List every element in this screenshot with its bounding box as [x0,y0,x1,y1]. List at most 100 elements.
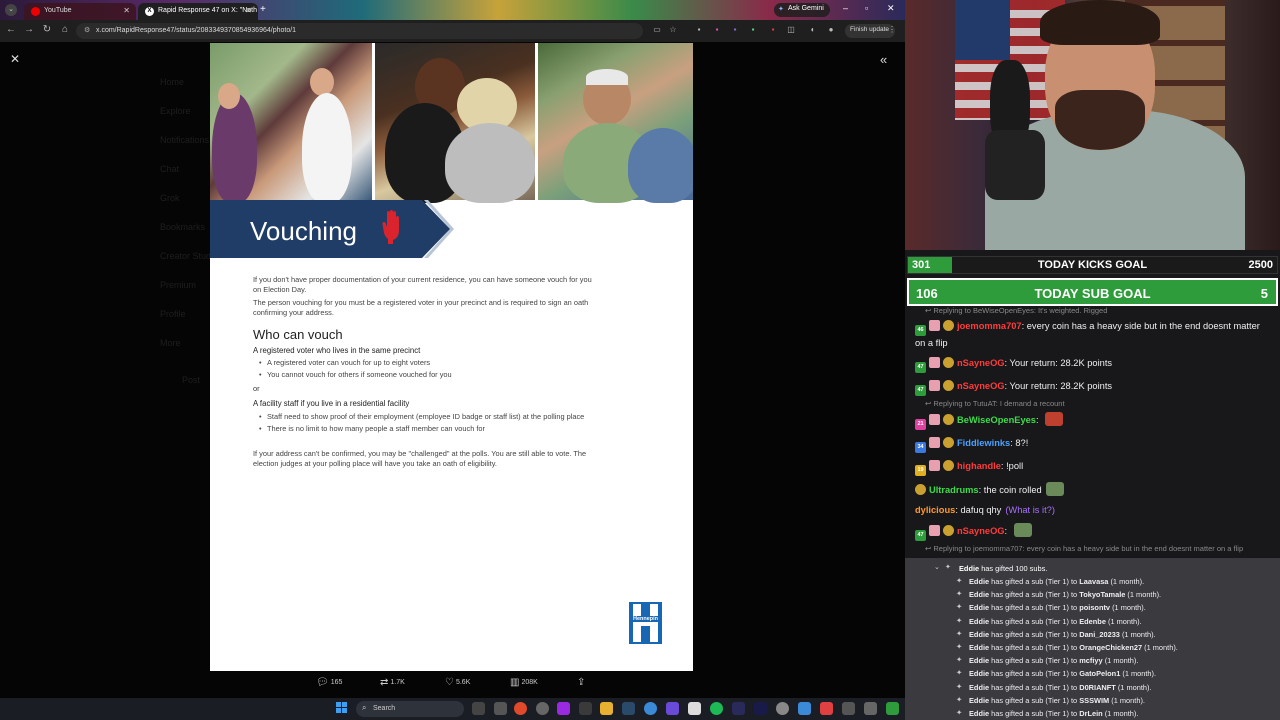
gifter-name[interactable]: Eddie [969,603,989,612]
profile-icon[interactable]: ◐ [808,25,818,35]
recipient-name[interactable]: D0RIANFT [1079,683,1116,692]
chat-message[interactable]: 47 nSayneOG: Your return: 28.2K points [915,376,1272,399]
chat-message[interactable]: 21 BeWiseOpenEyes: [915,409,1272,433]
forward-icon[interactable]: → [22,24,36,35]
app-icon[interactable] [688,702,701,715]
spotify-icon[interactable] [710,702,723,715]
recipient-name[interactable]: mcfiyy [1079,656,1102,665]
site-info-icon[interactable]: ⚙ [84,26,90,34]
chat-username[interactable]: Fiddlewinks [957,438,1010,448]
gifter-name[interactable]: Eddie [969,630,989,639]
gifter-name[interactable]: Eddie [969,696,989,705]
maximize-icon[interactable]: ▫ [865,3,868,13]
recipient-name[interactable]: poisontv [1079,603,1110,612]
close-icon[interactable]: ✕ [10,52,20,66]
gifter-name[interactable]: Eddie [969,656,989,665]
edge-icon[interactable] [644,702,657,715]
recipient-name[interactable]: Laavasa [1079,577,1108,586]
chat-message[interactable]: Ultradrums: the coin rolled [915,479,1272,500]
extension-icon[interactable]: ▪ [694,25,704,35]
gifter-name[interactable]: Eddie [969,709,989,718]
app-icon[interactable] [666,702,679,715]
home-icon[interactable]: ⌂ [58,24,72,35]
steam-icon[interactable] [622,702,635,715]
chat-message[interactable]: 34 Fiddlewinks: 8?! [915,433,1272,456]
close-window-icon[interactable]: ✕ [887,3,895,14]
gifter-name[interactable]: Eddie [969,643,989,652]
extension-icon[interactable]: ▪ [768,25,778,35]
app-icon[interactable] [820,702,833,715]
taskbar-search-box[interactable]: ⌕ Search [356,701,464,717]
extension-icon[interactable]: ▪ [748,25,758,35]
app-icon[interactable] [536,702,549,715]
recipient-name[interactable]: DrLein [1079,709,1102,718]
reply-button[interactable]: 💬︎ 165 [316,677,342,688]
collapse-panel-icon[interactable]: « [880,52,887,67]
app-icon[interactable] [494,702,507,715]
chrome-icon[interactable] [514,702,527,715]
chat-username[interactable]: nSayneOG [957,526,1005,536]
minimize-icon[interactable]: – [843,3,848,13]
ask-gemini-button[interactable]: Ask Gemini [774,3,830,17]
tab-youtube[interactable]: YouTube ✕ [24,3,136,20]
app-icon[interactable] [864,702,877,715]
like-button[interactable]: ♡ 5.6K [445,677,470,688]
premiere-icon[interactable] [754,702,767,715]
chat-message[interactable]: 47 nSayneOG: Your return: 28.2K points [915,353,1272,376]
app-icon[interactable] [579,702,592,715]
chat-message[interactable]: 46 joemomma707: every coin has a heavy si… [915,316,1272,353]
app-icon[interactable] [886,702,899,715]
views-button[interactable]: ▥ 208K [510,677,538,688]
file-explorer-icon[interactable] [600,702,613,715]
app-icon[interactable] [798,702,811,715]
extension-icon[interactable]: ▪ [712,25,722,35]
chat-username[interactable]: nSayneOG [957,381,1005,391]
chat-message[interactable]: dylicious: dafuq qhy (What is it?) [915,500,1272,520]
what-is-it-link[interactable]: (What is it?) [1005,505,1055,515]
chat-username[interactable]: Ultradrums [929,485,979,495]
avatar[interactable]: ● [826,25,836,35]
gifter-name[interactable]: Eddie [969,683,989,692]
repost-button[interactable]: ⇄ 1.7K [380,677,405,688]
reload-icon[interactable]: ↻ [40,24,54,35]
share-button[interactable]: ⇪ [577,677,587,688]
chat-username[interactable]: joemomma707 [957,321,1022,331]
recipient-name[interactable]: OrangeChicken27 [1079,643,1142,652]
cast-icon[interactable]: ▭ [652,25,662,35]
tab-search-icon[interactable]: ⌄ [5,4,17,16]
gift-header[interactable]: ⌄ ✦ Eddie has gifted 100 subs. [905,563,1280,576]
chat-username[interactable]: BeWiseOpenEyes [957,415,1036,425]
chat-message[interactable]: 19 highandle: !poll [915,456,1272,479]
chat-message[interactable]: 47 nSayneOG: [915,520,1272,544]
gifter-name[interactable]: Eddie [969,669,989,678]
extension-icon[interactable]: ▪ [730,25,740,35]
reply-context[interactable]: ↩ Replying to TutuAT: I demand a recount [915,399,1272,409]
chevron-down-icon[interactable]: ⌄ [934,563,940,571]
reply-context[interactable]: ↩ Replying to joemomma707: every coin ha… [915,544,1272,554]
close-tab-icon[interactable]: ✕ [123,6,130,15]
windows-start-icon[interactable] [336,702,348,714]
reply-context[interactable]: ↩ Replying to BeWiseOpenEyes: It's weigh… [915,306,1272,316]
recipient-name[interactable]: Dani_20233 [1079,630,1120,639]
recipient-name[interactable]: GatoPelon1 [1079,669,1120,678]
app-icon[interactable] [776,702,789,715]
chat-username[interactable]: highandle [957,461,1001,471]
close-tab-icon[interactable]: ✕ [245,6,252,15]
recipient-name[interactable]: Edenbe [1079,617,1106,626]
bookmark-star-icon[interactable]: ☆ [668,25,678,35]
task-view-icon[interactable] [472,702,485,715]
gifter-name[interactable]: Eddie [969,590,989,599]
menu-kebab-icon[interactable]: ⋮ [887,25,897,35]
chat-username[interactable]: nSayneOG [957,358,1005,368]
tab-x-post[interactable]: X Rapid Response 47 on X: "Noth ✕ [138,3,258,20]
recipient-name[interactable]: TokyoTamale [1079,590,1125,599]
document-image[interactable]: Vouching If you don't have proper docume… [210,43,693,671]
address-bar[interactable]: ⚙ x.com/RapidResponse47/status/208334937… [76,23,643,39]
recipient-name[interactable]: SSSWIM [1079,696,1109,705]
gifter-name[interactable]: Eddie [969,577,989,586]
app-icon[interactable] [557,702,570,715]
app-icon[interactable] [732,702,745,715]
gifter-name[interactable]: Eddie [969,617,989,626]
app-icon[interactable] [842,702,855,715]
back-icon[interactable]: ← [4,24,18,35]
